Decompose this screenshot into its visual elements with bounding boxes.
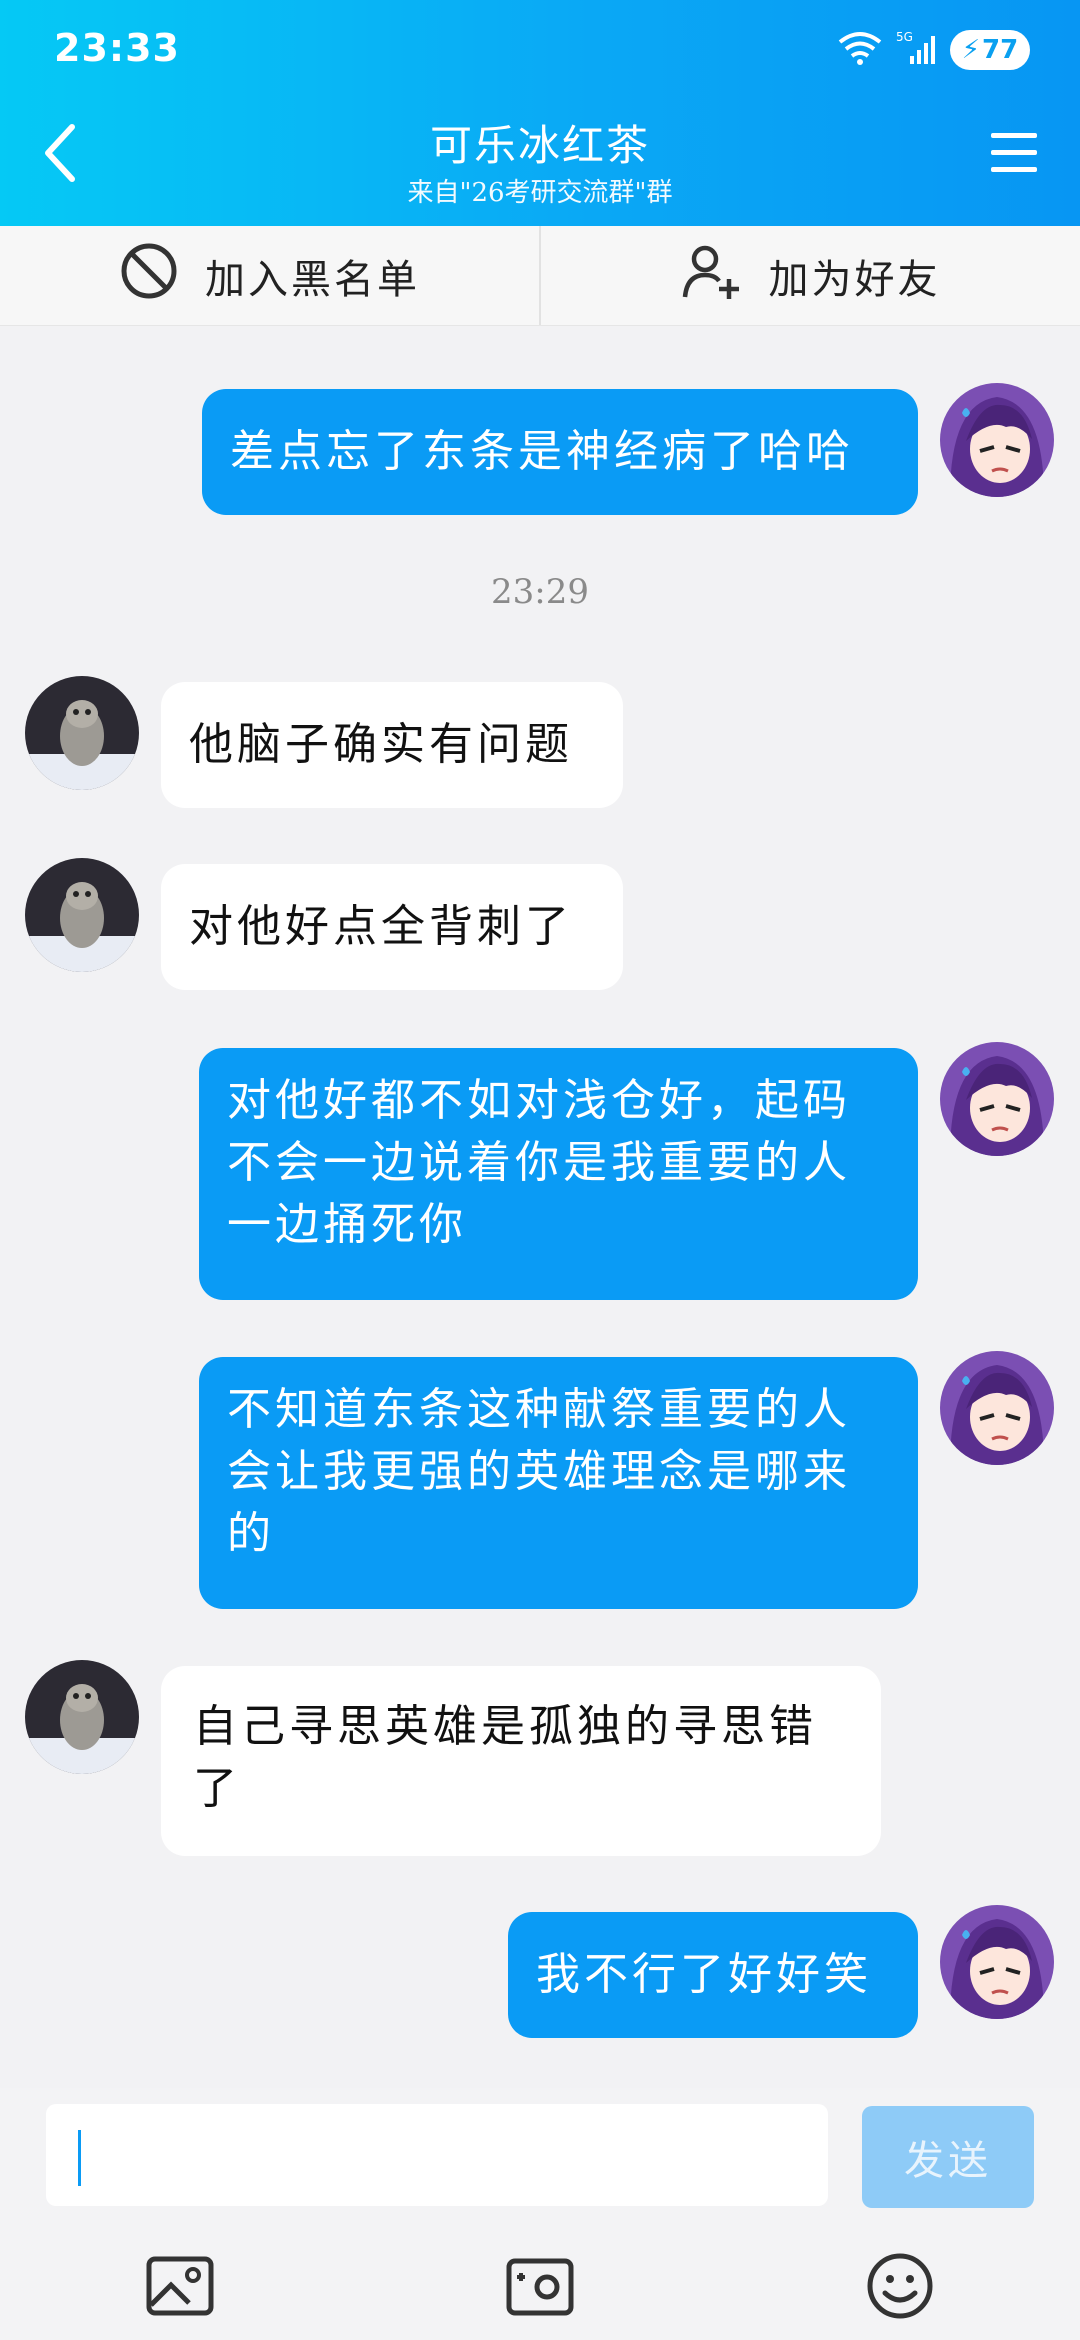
emoji-icon: [865, 2251, 935, 2325]
status-icons: 5G ⚡ 77: [838, 28, 1030, 72]
emoji-button[interactable]: [860, 2248, 940, 2328]
sender-avatar[interactable]: [25, 676, 139, 790]
chat-subtitle: 来自"26考研交流群"群: [407, 178, 673, 208]
menu-button[interactable]: [984, 125, 1044, 185]
message-bubble-incoming[interactable]: 自己寻思英雄是孤独的寻思错了: [161, 1666, 881, 1856]
input-bar: 发送: [0, 2088, 1080, 2340]
charging-icon: ⚡: [961, 35, 981, 65]
text-caret: [78, 2130, 81, 2186]
message-input[interactable]: [46, 2104, 828, 2206]
block-label: 加入黑名单: [205, 256, 420, 303]
block-icon: [119, 241, 179, 311]
self-avatar[interactable]: [940, 1351, 1054, 1465]
chat-title: 可乐冰红茶: [429, 121, 650, 170]
sender-avatar[interactable]: [25, 858, 139, 972]
block-button[interactable]: 加入黑名单: [0, 226, 539, 325]
battery-level: 77: [982, 35, 1019, 65]
sender-avatar[interactable]: [25, 1660, 139, 1774]
message-bubble-incoming[interactable]: 他脑子确实有问题: [161, 682, 623, 808]
message-timestamp: 23:29: [491, 572, 589, 612]
svg-text:5G: 5G: [896, 30, 913, 44]
image-icon: [145, 2255, 215, 2321]
wifi-icon: [838, 30, 882, 70]
image-button[interactable]: [140, 2248, 220, 2328]
message-bubble-incoming[interactable]: 对他好点全背刺了: [161, 864, 623, 990]
add-friend-button[interactable]: 加为好友: [539, 226, 1080, 325]
top-bar: 23:33 5G ⚡ 77 可乐冰红茶 来自"26考研交流群"群: [0, 0, 1080, 226]
add-friend-label: 加为好友: [768, 256, 941, 303]
message-bubble-outgoing[interactable]: 差点忘了东条是神经病了哈哈: [202, 389, 918, 515]
camera-icon: [505, 2255, 575, 2321]
self-avatar[interactable]: [940, 1905, 1054, 2019]
self-avatar[interactable]: [940, 383, 1054, 497]
message-bubble-outgoing[interactable]: 我不行了好好笑: [508, 1912, 918, 2038]
message-bubble-outgoing[interactable]: 对他好都不如对浅仓好，起码不会一边说着你是我重要的人一边捅死你: [199, 1048, 918, 1300]
profile-action-bar: 加入黑名单 加为好友: [0, 226, 1080, 326]
message-bubble-outgoing[interactable]: 不知道东条这种献祭重要的人会让我更强的英雄理念是哪来的: [199, 1357, 918, 1609]
send-button[interactable]: 发送: [862, 2106, 1034, 2208]
battery-indicator: ⚡ 77: [950, 30, 1030, 70]
menu-icon: [989, 131, 1039, 179]
self-avatar[interactable]: [940, 1042, 1054, 1156]
add-friend-icon: [681, 241, 743, 311]
camera-button[interactable]: [500, 2248, 580, 2328]
signal-icon: 5G: [896, 30, 936, 70]
status-time: 23:33: [54, 26, 180, 70]
